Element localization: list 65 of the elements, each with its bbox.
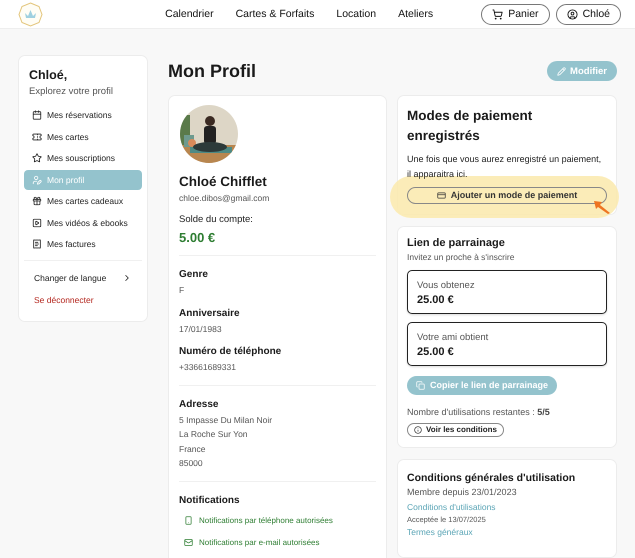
referral-subtitle: Invitez un proche à s'inscrire [407,252,516,262]
menu-item-icon [32,132,42,142]
sidebar-item[interactable]: Mes cartes cadeaux [24,191,142,211]
phone-icon [184,516,193,524]
nav-link[interactable]: Cartes & Forfaits [236,8,314,20]
balance-label: Solde du compte: [179,214,254,225]
menu-item-icon [32,153,42,163]
notification-status: Notifications par e-mail autorisées [184,538,376,546]
reward-label: Votre ami obtient [417,332,490,343]
field-label: Anniversaire [179,308,241,318]
field-value: La Roche Sur Yon [179,428,249,441]
sidebar-item[interactable]: Mes cartes [24,126,142,146]
cart-button[interactable]: Panier [481,4,550,24]
menu-item-icon [32,239,42,249]
menu-item-icon [32,174,42,184]
field-label: Adresse [179,398,220,410]
field-value: 17/01/1983 [179,322,223,336]
member-since: Membre depuis 23/01/2023 [407,486,518,497]
reward-label: Vous obtenez [417,280,476,291]
profile-email: chloe.dibos@gmail.com [179,193,270,203]
sidebar-item[interactable]: Mes réservations [24,105,142,125]
notifications-title: Notifications [179,494,241,506]
balance-amount: 5.00 € [179,230,216,245]
reward-amount: 25.00 € [417,294,455,306]
sidebar-item[interactable]: Mes souscriptions [24,148,142,168]
menu-item-icon [32,110,42,120]
card-title: Lien de parrainage [407,236,506,249]
user-icon [566,8,578,20]
field-label: Numéro de téléphone [179,346,282,357]
menu-item-icon [32,196,42,206]
sidebar-item[interactable]: Mes vidéos & ebooks [24,212,142,232]
add-payment-button[interactable]: Ajouter un mode de paiement [407,186,607,204]
payment-text: Une fois que vous aurez enregistré un paiement, il apparaitra ici. [407,153,602,181]
menu-item-icon [32,218,42,228]
field-value: F [179,284,186,297]
conditions-button[interactable]: Voir les conditions [407,422,504,437]
card-icon [436,190,446,200]
field-value: 85000 [179,457,204,470]
nav-link[interactable]: Calendrier [165,8,214,20]
uses-remaining: Nombre d'utilisations restantes : 5/5 [407,406,551,417]
card-title: Conditions générales d'utilisation [407,472,576,484]
nav-link[interactable]: Ateliers [398,8,434,20]
logo-icon[interactable] [18,2,43,26]
field-value: France [179,442,206,456]
copy-icon [416,380,425,390]
page-title: Mon Profil [168,60,256,82]
logout-link[interactable]: Se déconnecter [24,289,142,311]
profile-name: Chloé Chifflet [179,174,268,189]
reward-amount: 25.00 € [417,346,455,358]
field-label: Genre [179,269,209,280]
language-menu[interactable]: Changer de langue [24,267,142,289]
account-button[interactable]: Chloé [556,4,621,24]
cart-icon [492,8,504,20]
envelope-icon [184,538,193,546]
sidebar-item[interactable]: Mes factures [24,234,142,254]
pencil-icon [557,66,566,76]
field-value: 5 Impasse Du Milan Noir [179,414,274,427]
arrow-icon [593,200,611,214]
card-title: Modes de paiement enregistrés [407,107,534,145]
notification-status: Notifications par téléphone autorisées [184,516,376,524]
field-value: +33661689331 [179,361,237,374]
sidebar-subtitle: Explorez votre profil [28,85,114,99]
greeting: Chloé, [28,68,68,82]
info-icon [414,426,422,434]
nav-link[interactable]: Location [336,8,376,20]
